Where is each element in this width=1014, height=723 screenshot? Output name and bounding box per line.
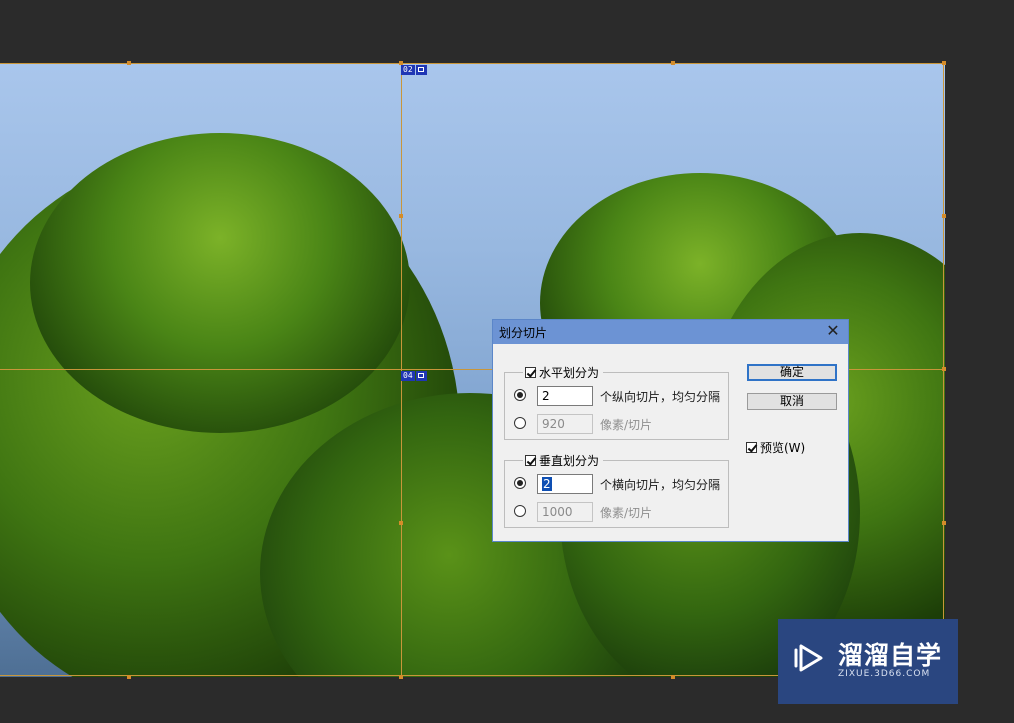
- slice-handle[interactable]: [399, 214, 403, 218]
- cancel-button[interactable]: 取消: [747, 393, 837, 410]
- watermark-url: ZIXUE.3D66.COM: [838, 669, 931, 679]
- watermark: 溜溜自学 ZIXUE.3D66.COM: [778, 619, 958, 704]
- slice-number: 02: [401, 65, 415, 75]
- slice-handle[interactable]: [127, 675, 131, 679]
- horizontal-count-suffix: 个纵向切片，均匀分隔: [600, 390, 721, 404]
- preview-checkbox[interactable]: 预览(W): [746, 439, 805, 456]
- horizontal-pixels-suffix: 像素/切片: [600, 418, 653, 432]
- radio-icon[interactable]: [514, 505, 526, 517]
- slice-handle[interactable]: [399, 675, 403, 679]
- slice-handle[interactable]: [942, 61, 946, 65]
- vertical-pixels-suffix: 像素/切片: [600, 506, 653, 520]
- dialog-titlebar[interactable]: 划分切片 ✕: [493, 320, 848, 344]
- horizontal-divide-group: 水平划分为 2 个纵向切片，均匀分隔 920 像素/切片: [504, 364, 729, 440]
- vertical-pixels-input[interactable]: 1000: [537, 502, 593, 522]
- divide-slice-dialog: 划分切片 ✕ 水平划分为 2 个纵向切片，均匀分隔 920 像素/切片 垂直划分…: [492, 319, 849, 542]
- slice-divider-vertical[interactable]: [401, 63, 402, 677]
- horizontal-pixels-input[interactable]: 920: [537, 414, 593, 434]
- ok-button[interactable]: 确定: [747, 364, 837, 381]
- slice-badge[interactable]: 04: [401, 371, 427, 381]
- vertical-divide-label: 垂直划分为: [539, 454, 600, 468]
- tree-foliage: [30, 133, 410, 433]
- selected-text: 2: [542, 477, 552, 491]
- radio-icon[interactable]: [514, 389, 526, 401]
- vertical-divide-checkbox[interactable]: 垂直划分为: [523, 452, 604, 469]
- checkbox-icon[interactable]: [746, 442, 757, 453]
- image-slice-icon: [415, 65, 427, 75]
- slice-number: 04: [401, 371, 415, 381]
- slice-handle[interactable]: [942, 367, 946, 371]
- checkbox-icon[interactable]: [525, 455, 536, 466]
- slice-badge[interactable]: 02: [401, 65, 427, 75]
- slice-handle[interactable]: [127, 61, 131, 65]
- checkbox-icon[interactable]: [525, 367, 536, 378]
- dialog-title: 划分切片: [499, 326, 548, 340]
- slice-handle[interactable]: [399, 521, 403, 525]
- radio-icon[interactable]: [514, 477, 526, 489]
- horizontal-count-input[interactable]: 2: [537, 386, 593, 406]
- horizontal-divide-checkbox[interactable]: 水平划分为: [523, 364, 604, 381]
- horizontal-divide-label: 水平划分为: [539, 366, 600, 380]
- preview-label: 预览(W): [760, 441, 806, 455]
- slice-handle[interactable]: [942, 521, 946, 525]
- play-logo-icon: [794, 644, 823, 672]
- slice-handle[interactable]: [671, 675, 675, 679]
- vertical-divide-group: 垂直划分为 2 个横向切片，均匀分隔 1000 像素/切片: [504, 452, 729, 528]
- slice-handle[interactable]: [942, 214, 946, 218]
- watermark-name: 溜溜自学: [838, 641, 943, 670]
- radio-icon[interactable]: [514, 417, 526, 429]
- slice-handle[interactable]: [671, 61, 675, 65]
- vertical-count-input[interactable]: 2: [537, 474, 593, 494]
- image-slice-icon: [415, 371, 427, 381]
- vertical-count-suffix: 个横向切片，均匀分隔: [600, 478, 721, 492]
- close-icon[interactable]: ✕: [824, 322, 842, 340]
